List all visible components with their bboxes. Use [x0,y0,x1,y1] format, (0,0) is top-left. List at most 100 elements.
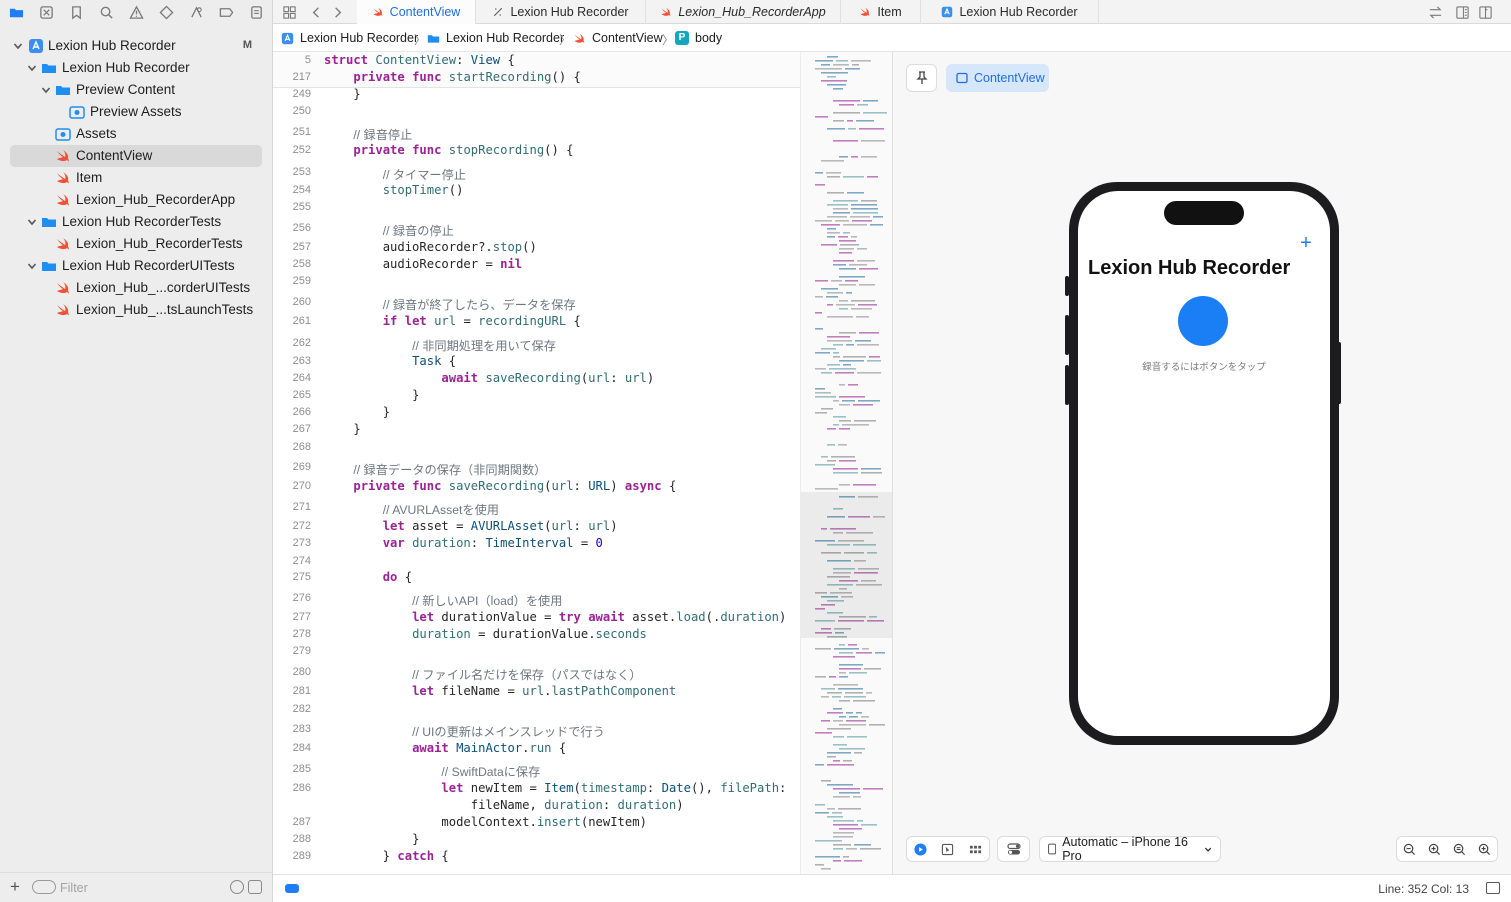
code-line[interactable]: 281 let fileName = url.lastPathComponent [273,684,800,701]
breadcrumb-group[interactable]: Lexion Hub Recorder [427,31,564,45]
breakpoint-icon[interactable] [217,3,235,21]
folder-icon[interactable] [7,3,25,21]
warning-icon[interactable] [127,3,145,21]
code-line[interactable]: 5 struct ContentView: View { [273,53,800,70]
device-picker[interactable]: Automatic – iPhone 16 Pro [1039,835,1221,863]
code-line[interactable]: 273 var duration: TimeInterval = 0 [273,536,800,553]
code-line[interactable]: 272 let asset = AVURLAsset(url: url) [273,519,800,536]
code-line[interactable]: 275 do { [273,570,800,587]
zoom-out-icon[interactable] [1403,843,1416,856]
code-line[interactable]: 285 // SwiftDataに保存 [273,762,800,779]
code-line[interactable]: 255 [273,200,800,217]
code-line[interactable]: 263 Task { [273,354,800,371]
chevron-down-icon[interactable] [12,40,24,52]
tree-item-tests-file[interactable]: Lexion_Hub_RecorderTests [10,233,262,255]
tab-project-settings[interactable]: Lexion Hub Recorder [476,0,646,24]
code-line[interactable]: 260 // 録音が終了したら、データを保存 [273,295,800,312]
code-line[interactable]: 253 // タイマー停止 [273,165,800,182]
zoom-fit-icon[interactable] [1428,843,1441,856]
search-icon[interactable] [97,3,115,21]
code-line[interactable]: 264 await saveRecording(url: url) [273,371,800,388]
code-line[interactable]: 254 stopTimer() [273,183,800,200]
record-button[interactable] [1178,296,1228,346]
filter-field[interactable] [32,879,264,897]
activity-indicator-icon[interactable] [285,884,299,893]
recent-files-icon[interactable] [230,880,244,894]
code-line[interactable]: 266 } [273,405,800,422]
code-line[interactable]: 265 } [273,388,800,405]
code-line[interactable]: 267 } [273,422,800,439]
back-icon[interactable] [307,3,325,21]
code-line[interactable]: 259 [273,274,800,291]
zoom-actual-icon[interactable] [1453,843,1466,856]
code-line[interactable]: 270 private func saveRecording(url: URL)… [273,479,800,496]
report-icon[interactable] [247,3,265,21]
code-line[interactable]: 271 // AVURLAssetを使用 [273,500,800,517]
code-line[interactable]: 279 [273,644,800,661]
code-line[interactable]: 288 } [273,832,800,849]
debug-area-toggle-icon[interactable] [1486,882,1500,894]
code-line[interactable]: 277 let durationValue = try await asset.… [273,610,800,627]
code-line[interactable]: 274 [273,554,800,571]
tree-item-uitests-file[interactable]: Lexion_Hub_...corderUITests [10,277,262,299]
code-line[interactable]: 258 audioRecorder = nil [273,257,800,274]
tab-recorderapp[interactable]: Lexion_Hub_RecorderApp [646,0,841,24]
code-line[interactable]: 278 duration = durationValue.seconds [273,627,800,644]
code-line[interactable]: 283 // UIの更新はメインスレッドで行う [273,722,800,739]
code-line[interactable]: 257 audioRecorder?.stop() [273,240,800,257]
tree-item-tests-group[interactable]: Lexion Hub RecorderTests [10,211,262,233]
test-diamond-icon[interactable] [157,3,175,21]
code-line[interactable]: 280 // ファイル名だけを保存（パスではなく） [273,665,800,682]
tree-item-assets[interactable]: Assets [10,123,262,145]
tab-item[interactable]: Item [841,0,921,24]
zoom-in-icon[interactable] [1478,843,1491,856]
code-line[interactable]: 250 [273,104,800,121]
source-control-filter-icon[interactable] [248,880,262,894]
tree-item-project[interactable]: Lexion Hub Recorder M [10,35,262,57]
forward-icon[interactable] [328,3,346,21]
tree-item-item[interactable]: Item [10,167,262,189]
tab-contentview[interactable]: ContentView [357,0,476,24]
code-line[interactable]: 276 // 新しいAPI（load）を使用 [273,591,800,608]
live-preview-icon[interactable] [914,842,927,856]
code-line[interactable]: 256 // 録音の停止 [273,221,800,238]
tree-item-group-app[interactable]: Lexion Hub Recorder [10,57,262,79]
tab-project[interactable]: Lexion Hub Recorder [921,0,1099,24]
filter-options-icon[interactable] [32,880,56,894]
breadcrumb-project[interactable]: Lexion Hub Recorder [281,31,418,45]
debug-icon[interactable] [187,3,205,21]
breadcrumb-file[interactable]: ContentView [573,31,663,45]
code-line[interactable]: 286 let newItem = Item(timestamp: Date()… [273,781,800,798]
code-line[interactable]: 289 } catch { [273,849,800,866]
tree-item-launchtests-file[interactable]: Lexion_Hub_...tsLaunchTests [10,299,262,321]
tree-item-uitests-group[interactable]: Lexion Hub RecorderUITests [10,255,262,277]
code-line[interactable]: 282 [273,702,800,719]
code-line[interactable]: 251 // 録音停止 [273,125,800,142]
tree-item-app-file[interactable]: Lexion_Hub_RecorderApp [10,189,262,211]
add-icon[interactable]: + [1298,233,1314,253]
chevron-down-icon[interactable] [26,62,38,74]
chevron-down-icon[interactable] [26,216,38,228]
pin-preview-button[interactable] [906,64,937,92]
swap-icon[interactable] [1426,3,1444,21]
split-editor-icon[interactable] [1476,3,1494,21]
code-line[interactable]: 262 // 非同期処理を用いて保存 [273,336,800,353]
chevron-down-icon[interactable] [26,260,38,272]
selectable-mode-icon[interactable] [941,843,954,856]
tree-item-preview-content[interactable]: Preview Content [10,79,262,101]
grid-icon[interactable] [280,3,298,21]
source-editor[interactable]: 5 struct ContentView: View {217 private f… [273,52,800,874]
device-screen[interactable]: + Lexion Hub Recorder 録音するにはボタンをタップ [1078,191,1330,736]
code-line[interactable]: 252 private func stopRecording() { [273,143,800,160]
code-line[interactable]: fileName, duration: duration) [273,798,800,815]
chevron-down-icon[interactable] [40,84,52,96]
source-control-icon[interactable] [37,3,55,21]
add-icon[interactable]: + [10,878,24,895]
code-line[interactable]: 249 } [273,87,800,104]
code-line[interactable]: 269 // 録音データの保存（非同期関数） [273,460,800,477]
tree-item-contentview[interactable]: ContentView [10,145,262,167]
tree-item-preview-assets[interactable]: Preview Assets [10,101,262,123]
preview-contentview-chip[interactable]: ContentView [946,64,1049,92]
code-line[interactable]: 268 [273,440,800,457]
code-line[interactable]: 261 if let url = recordingURL { [273,314,800,331]
